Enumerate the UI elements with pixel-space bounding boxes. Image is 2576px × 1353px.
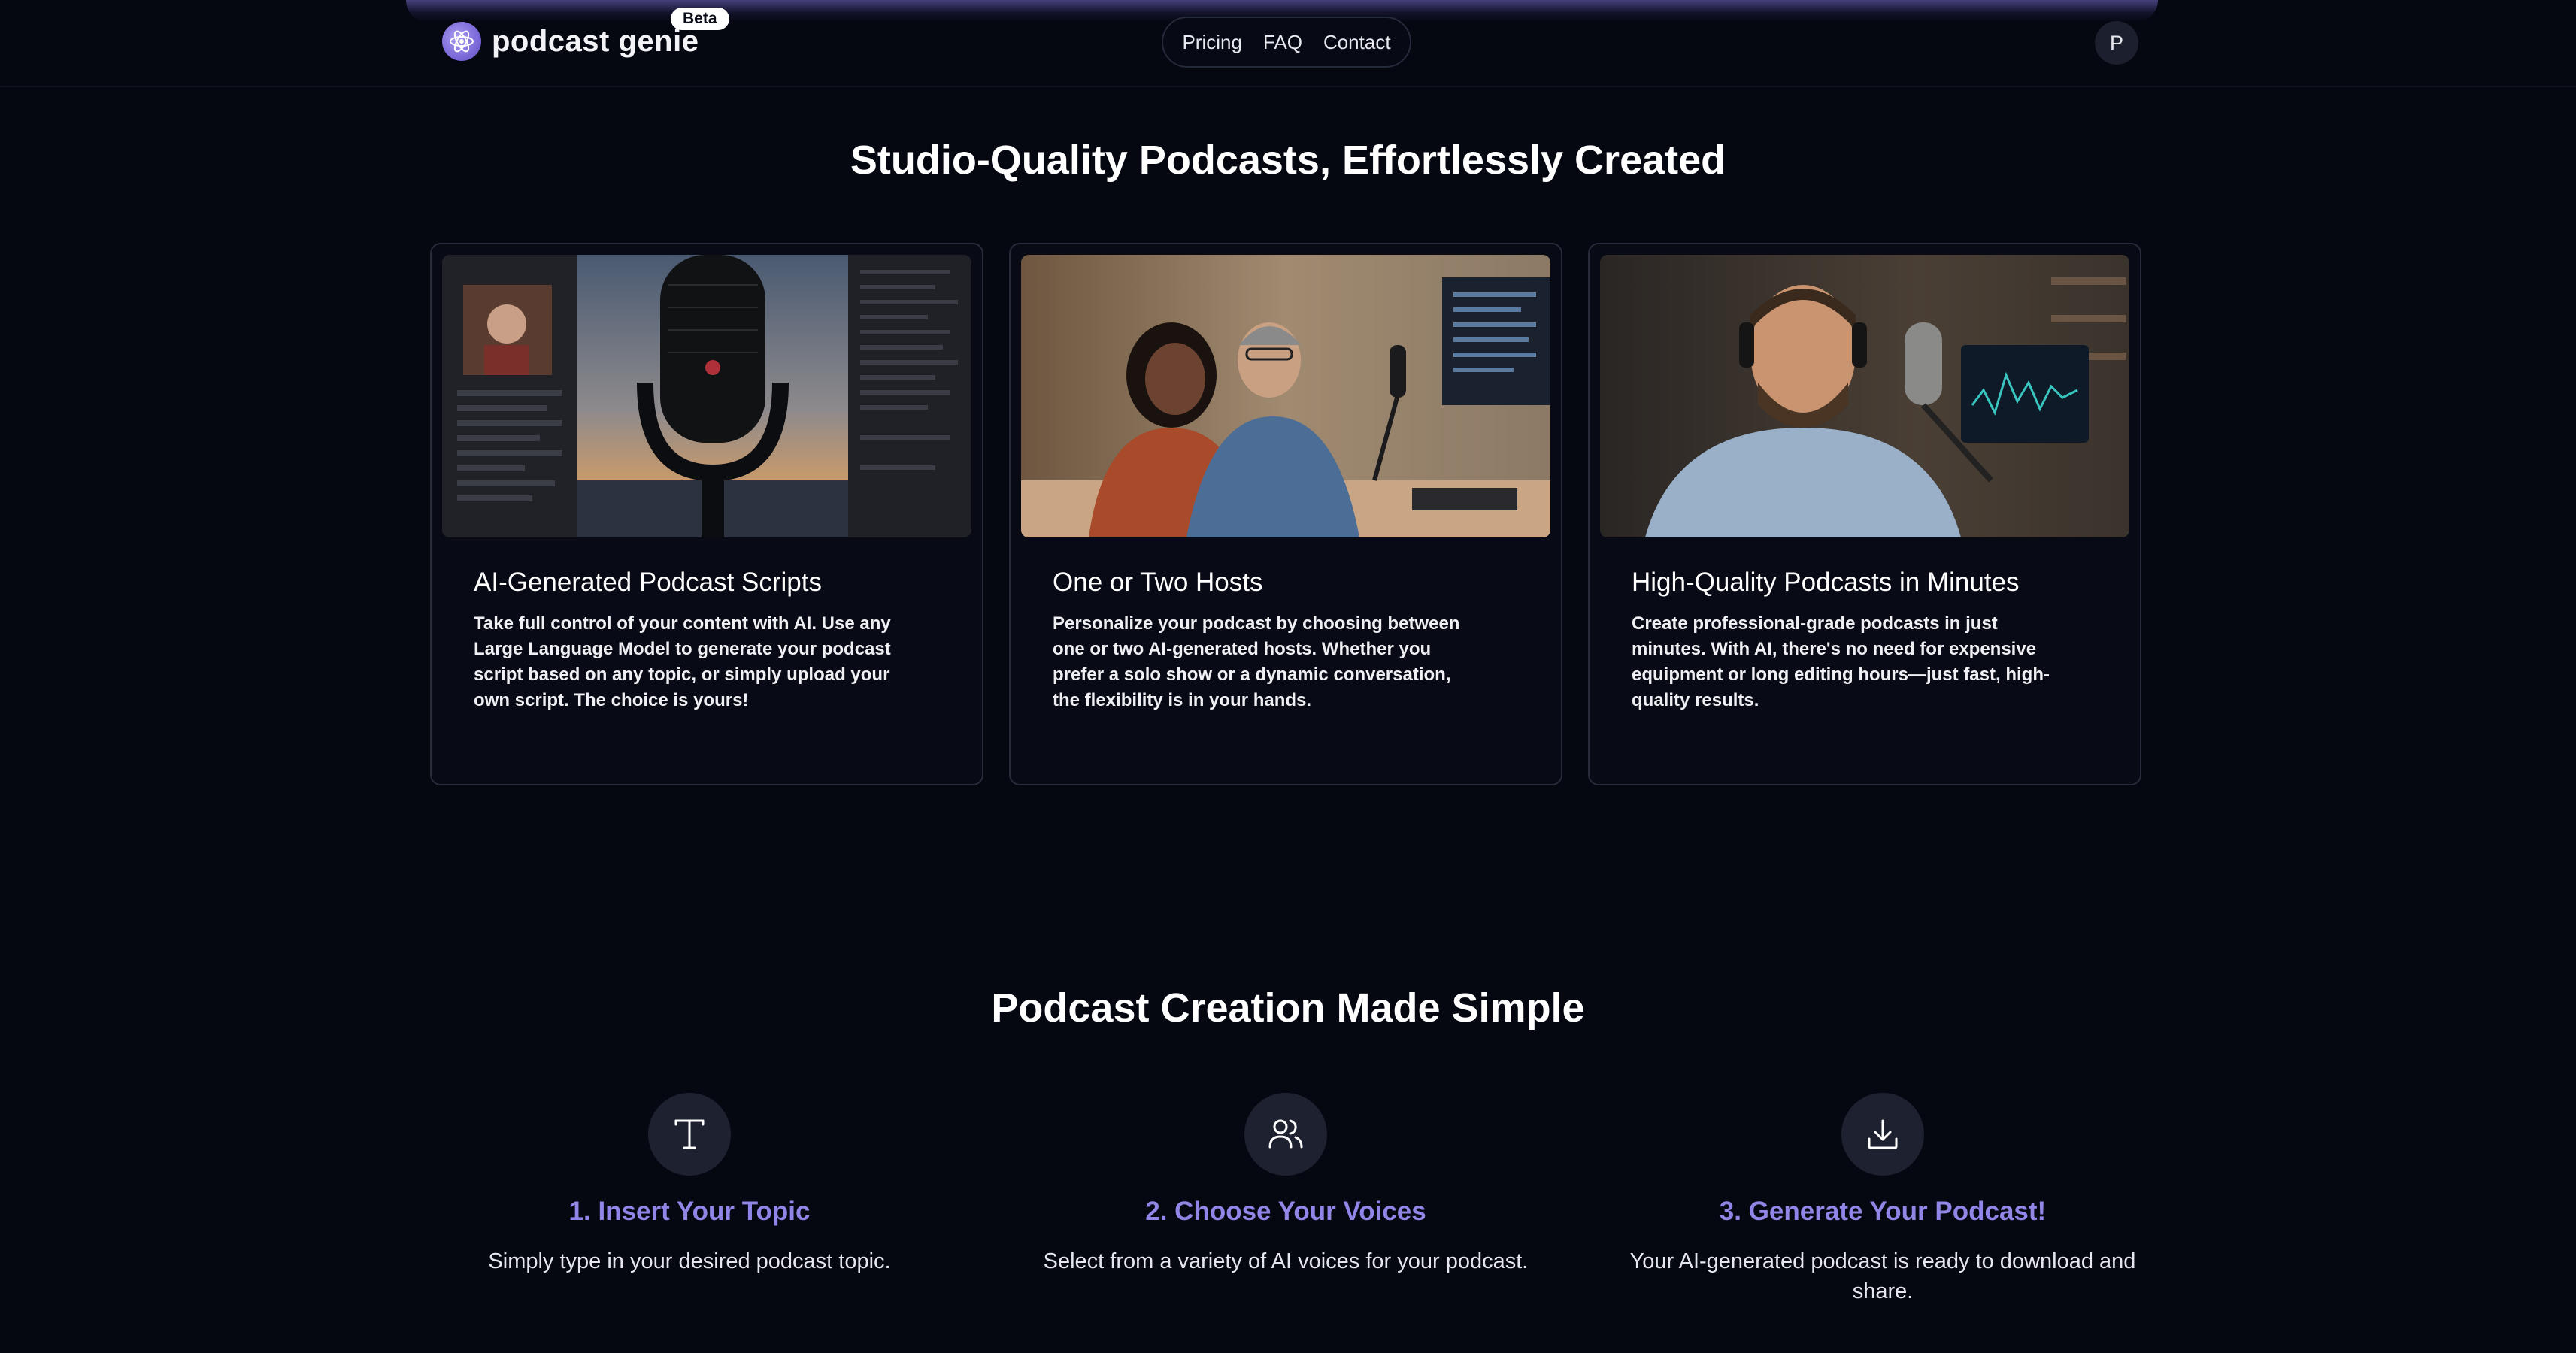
- card-title: High-Quality Podcasts in Minutes: [1632, 568, 2020, 597]
- card-description: Take full control of your content with A…: [474, 613, 891, 710]
- step-description: Your AI-generated podcast is ready to do…: [1629, 1249, 2136, 1303]
- feature-card-hosts: One or Two Hosts Personalize your podcas…: [1009, 243, 1562, 785]
- logo-link[interactable]: podcast genie: [442, 21, 699, 62]
- user-avatar-button[interactable]: P: [2095, 21, 2138, 65]
- feature-card-scripts: AI-Generated Podcast Scripts Take full c…: [430, 243, 983, 785]
- step-choose-voices: 2. Choose Your Voices Select from a vari…: [1000, 1093, 1571, 1276]
- nav-contact-link[interactable]: Contact: [1323, 31, 1391, 54]
- users-icon: [1244, 1093, 1327, 1176]
- card-title: AI-Generated Podcast Scripts: [474, 568, 822, 597]
- feature-cards: AI-Generated Podcast Scripts Take full c…: [430, 243, 2141, 785]
- step-title: 1. Insert Your Topic: [568, 1197, 811, 1226]
- text-type-icon: [648, 1093, 731, 1176]
- nav-faq-link[interactable]: FAQ: [1263, 31, 1302, 54]
- quality-feature-image: [1600, 255, 2129, 537]
- download-icon: [1841, 1093, 1924, 1176]
- hosts-feature-image: [1021, 255, 1550, 537]
- card-title: One or Two Hosts: [1053, 568, 1263, 597]
- nav-pricing-link[interactable]: Pricing: [1182, 31, 1241, 54]
- scripts-feature-image: [442, 255, 971, 537]
- step-generate-podcast: 3. Generate Your Podcast! Your AI-genera…: [1597, 1093, 2168, 1306]
- steps-title: Podcast Creation Made Simple: [991, 985, 1585, 1031]
- features-title: Studio-Quality Podcasts, Effortlessly Cr…: [850, 138, 1726, 183]
- step-description: Select from a variety of AI voices for y…: [1043, 1249, 1529, 1273]
- step-insert-topic: 1. Insert Your Topic Simply type in your…: [404, 1093, 975, 1276]
- feature-card-quality: High-Quality Podcasts in Minutes Create …: [1588, 243, 2141, 785]
- atom-logo-icon: [442, 22, 481, 61]
- card-description: Personalize your podcast by choosing bet…: [1053, 613, 1460, 710]
- card-description: Create professional-grade podcasts in ju…: [1632, 613, 2050, 710]
- step-title: 3. Generate Your Podcast!: [1719, 1197, 2047, 1226]
- header: podcast genie Beta Pricing FAQ Contact P: [0, 0, 2576, 87]
- main-nav: Pricing FAQ Contact: [1162, 17, 1411, 68]
- step-description: Simply type in your desired podcast topi…: [488, 1249, 891, 1273]
- logo-text: podcast genie: [492, 24, 699, 58]
- step-title: 2. Choose Your Voices: [1145, 1197, 1426, 1226]
- page: podcast genie Beta Pricing FAQ Contact P…: [0, 0, 2576, 1353]
- beta-badge: Beta: [671, 8, 729, 30]
